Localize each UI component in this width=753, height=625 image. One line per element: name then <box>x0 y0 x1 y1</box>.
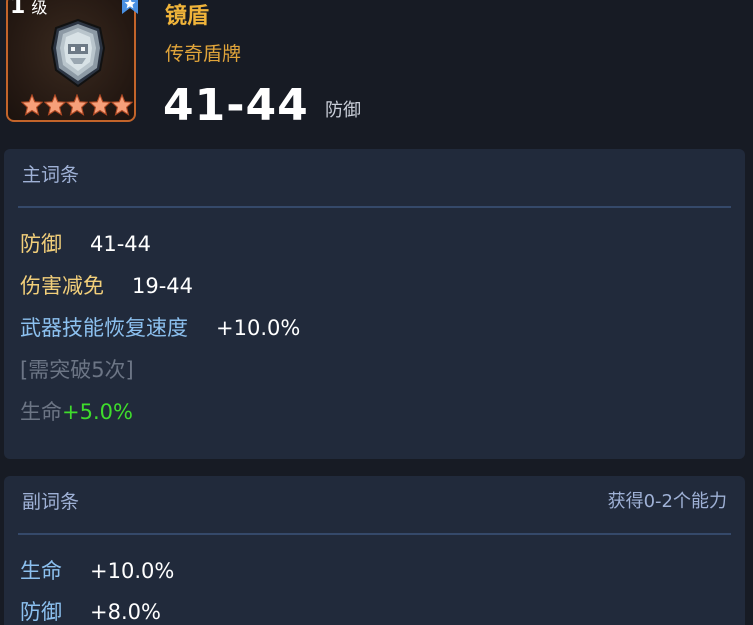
divider <box>18 206 731 208</box>
item-level-unit: 级 <box>31 0 50 17</box>
main-affix-row: 防御 41-44 <box>20 229 151 259</box>
affix-label: 生命 <box>20 400 62 424</box>
affix-label: 武器技能恢复速度 <box>20 316 188 340</box>
sub-affix-note: 获得0-2个能力 <box>607 491 727 512</box>
star-icon <box>21 94 43 116</box>
star-icon <box>111 94 133 116</box>
affix-value: 41-44 <box>90 232 152 256</box>
star-icon <box>43 94 66 116</box>
star-icon <box>66 94 88 116</box>
affix-value: +10.0% <box>216 316 301 340</box>
affix-label: 防御 <box>20 600 62 624</box>
affix-value: +10.0% <box>90 559 175 583</box>
sub-affix-row: 防御 +8.0% <box>20 597 161 625</box>
main-affix-title: 主词条 <box>22 164 80 186</box>
main-affix-row: 武器技能恢复速度 +10.0% <box>20 313 300 343</box>
star-icon <box>88 94 111 116</box>
main-affix-row: 伤害减免 19-44 <box>20 271 193 301</box>
affix-value: +5.0% <box>62 400 133 424</box>
mirror-shield-icon <box>50 18 106 88</box>
locked-affix-row: 生命+5.0% <box>20 397 133 427</box>
sub-affix-title: 副词条 <box>22 491 80 513</box>
item-level: 1级 <box>10 0 49 19</box>
item-detail-page: 1级 镜盾 传奇盾牌 41-44 防御 主词条 防御 41-44 伤害减免 19-4… <box>0 0 753 625</box>
sub-affix-row: 生命 +10.0% <box>20 556 174 586</box>
item-main-stat-value: 41-44 <box>163 80 309 131</box>
bookmark-icon[interactable] <box>120 0 140 16</box>
affix-label: 防御 <box>20 232 62 256</box>
affix-value: 19-44 <box>132 274 194 298</box>
item-level-number: 1 <box>10 0 28 19</box>
item-rarity: 传奇盾牌 <box>165 43 242 65</box>
item-name: 镜盾 <box>165 4 210 29</box>
affix-value: +8.0% <box>90 600 161 624</box>
main-affix-panel: 主词条 防御 41-44 伤害减免 19-44 武器技能恢复速度 +10.0% [需突… <box>4 149 745 459</box>
star-rating <box>21 94 133 116</box>
sub-affix-panel: 副词条 获得0-2个能力 生命 +10.0% 防御 +8.0% <box>4 476 745 625</box>
affix-requirement: [需突破5次] <box>20 358 134 382</box>
item-main-stat-unit: 防御 <box>325 100 361 121</box>
affix-label: 伤害减免 <box>20 274 104 298</box>
divider <box>18 533 731 535</box>
affix-label: 生命 <box>20 559 62 583</box>
